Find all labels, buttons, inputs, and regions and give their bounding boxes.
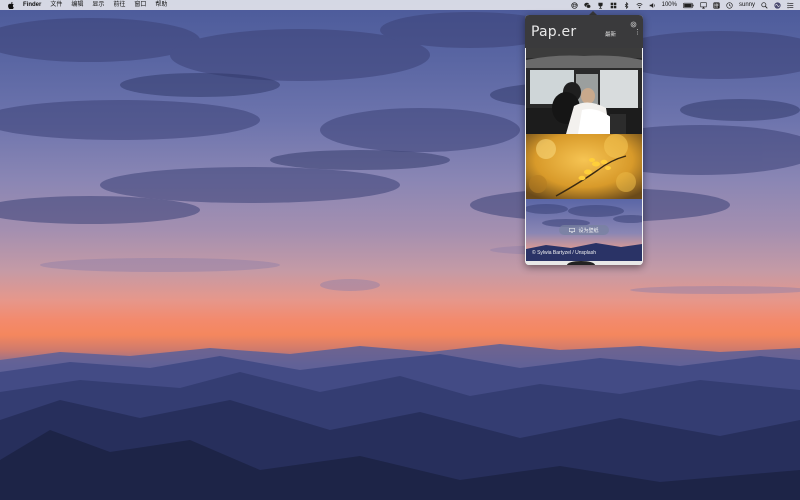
more-menu-button[interactable]: ⋮ xyxy=(634,29,641,36)
photo-thumbnail-wedding[interactable] xyxy=(526,48,642,134)
menu-file[interactable]: 文件 xyxy=(50,0,62,10)
menu-window[interactable]: 窗口 xyxy=(134,0,146,10)
menu-bar: Finder 文件 编辑 显示 前往 窗口 帮助 100% 拼 sunny xyxy=(0,0,800,10)
input-method-icon[interactable]: 拼 xyxy=(713,2,720,9)
user-name[interactable]: sunny xyxy=(739,0,755,10)
svg-text:拼: 拼 xyxy=(714,2,719,9)
monitor-icon xyxy=(569,227,576,233)
popover-header: Pap.er 最新 ⋮ xyxy=(525,15,643,48)
photo-thumbnail-next[interactable] xyxy=(526,261,642,265)
paper-popover: Pap.er 最新 ⋮ 设为壁纸 © Sylwia Bartyzel / Uns… xyxy=(525,15,643,265)
apple-icon[interactable] xyxy=(8,1,14,9)
search-icon[interactable] xyxy=(761,1,768,9)
desktop-wallpaper xyxy=(0,0,800,500)
battery-percent: 100% xyxy=(661,2,677,8)
notification-center-icon[interactable] xyxy=(787,2,794,9)
menu-go[interactable]: 前往 xyxy=(113,0,125,10)
gear-icon[interactable] xyxy=(630,21,637,28)
bluetooth-icon[interactable] xyxy=(623,1,630,9)
menu-edit[interactable]: 编辑 xyxy=(71,0,83,10)
wifi-icon[interactable] xyxy=(636,2,643,9)
volume-icon[interactable] xyxy=(649,2,656,9)
next-photo-image xyxy=(526,261,642,265)
filter-latest-button[interactable]: 最新 xyxy=(605,30,616,38)
grid-icon[interactable] xyxy=(610,2,617,9)
app-logo: Pap.er xyxy=(531,24,577,40)
menu-help[interactable]: 帮助 xyxy=(155,0,167,10)
siri-icon[interactable] xyxy=(774,1,781,9)
photo-credit[interactable]: © Sylwia Bartyzel / Unsplash xyxy=(532,250,596,256)
photo-thumbnail-leaves[interactable] xyxy=(526,134,642,199)
photo-thumbnail-sunset[interactable]: 设为壁纸 © Sylwia Bartyzel / Unsplash xyxy=(526,199,642,261)
menu-finder[interactable]: Finder xyxy=(23,0,41,10)
wechat-icon[interactable] xyxy=(583,2,591,9)
set-wallpaper-button[interactable]: 设为壁纸 xyxy=(559,225,609,235)
leaves-photo-image xyxy=(526,134,642,199)
airplay-icon[interactable] xyxy=(700,1,707,9)
battery-icon[interactable] xyxy=(683,2,694,9)
clock-icon[interactable] xyxy=(726,1,733,9)
wallpaper-mountains xyxy=(0,344,800,500)
paper-status-icon[interactable] xyxy=(570,1,578,9)
menu-view[interactable]: 显示 xyxy=(92,0,104,10)
trophy-icon[interactable] xyxy=(597,2,604,9)
wedding-photo-image xyxy=(526,48,642,134)
set-wallpaper-label: 设为壁纸 xyxy=(578,227,599,234)
